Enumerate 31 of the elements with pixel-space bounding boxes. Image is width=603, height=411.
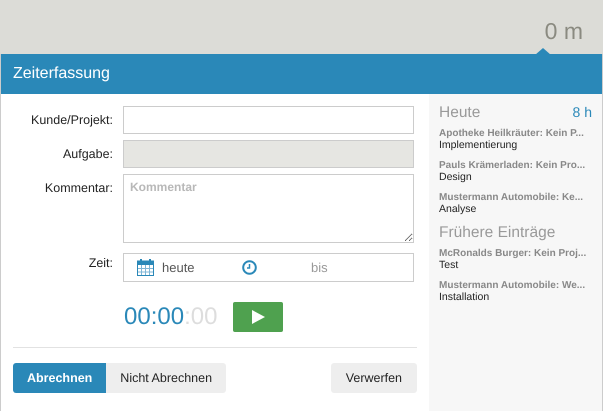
field-label: Kommentar: bbox=[44, 180, 113, 195]
calendar-icon bbox=[137, 259, 154, 276]
play-button[interactable] bbox=[233, 302, 284, 332]
end-time-placeholder: bis bbox=[311, 260, 328, 275]
entry-project: Mustermann Automobile: We... bbox=[439, 280, 586, 291]
text-field[interactable] bbox=[123, 106, 414, 134]
entry-task: Test bbox=[439, 259, 460, 271]
panel-header: Zeiterfassung bbox=[1, 54, 602, 94]
section-title: Frühere Einträge bbox=[439, 224, 556, 242]
billing-toggle[interactable]: Nicht Abrechnen bbox=[106, 363, 226, 393]
entry-task: Installation bbox=[439, 291, 490, 303]
comment-field[interactable]: Kommentar bbox=[123, 174, 414, 243]
field-label: Aufgabe: bbox=[62, 146, 113, 161]
entry-project: McRonalds Burger: Kein Proj... bbox=[439, 248, 588, 259]
billing-toggle[interactable]: Abrechnen bbox=[13, 363, 106, 393]
entry-task: Implementierung bbox=[439, 139, 518, 151]
play-icon bbox=[252, 310, 265, 324]
time-field[interactable]: heute bis bbox=[123, 253, 414, 282]
field-label: Kunde/Projekt: bbox=[30, 112, 113, 127]
discard-button[interactable]: Verwerfen bbox=[330, 363, 417, 393]
entry-task: Design bbox=[439, 171, 473, 183]
duration-label: 0 m bbox=[544, 18, 583, 44]
date-value: heute bbox=[162, 260, 196, 275]
section-title: Heute bbox=[439, 104, 480, 122]
entry-task: Analyse bbox=[439, 203, 478, 215]
field-label: Zeit: bbox=[88, 255, 113, 270]
entry-project: Apotheke Heilkräuter: Kein P... bbox=[439, 128, 585, 139]
entry-project: Mustermann Automobile: Ke... bbox=[439, 192, 584, 203]
clock-icon bbox=[242, 260, 257, 275]
entry-project: Pauls Krämerladen: Kein Pro... bbox=[439, 160, 586, 171]
total-hours: 8 h bbox=[572, 104, 592, 120]
